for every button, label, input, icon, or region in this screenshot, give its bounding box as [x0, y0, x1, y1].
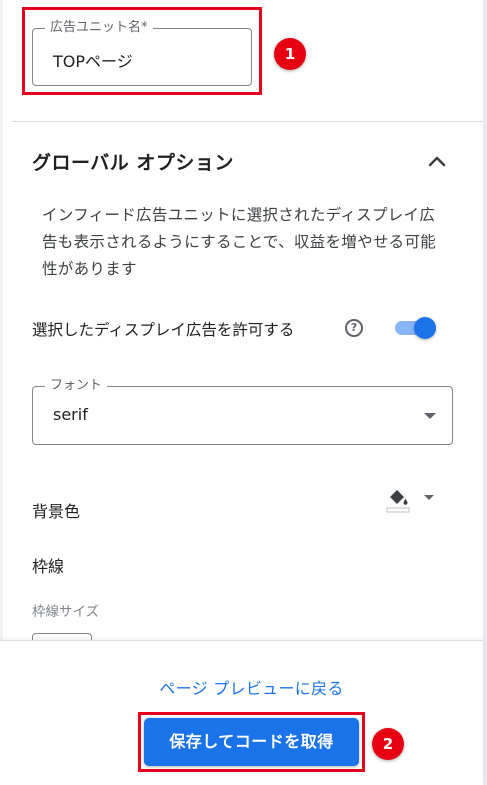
font-value: serif [53, 405, 88, 424]
back-to-preview-link[interactable]: ページ プレビューに戻る [0, 675, 487, 699]
border-label: 枠線 [32, 557, 65, 576]
font-select[interactable]: フォント serif [32, 377, 453, 445]
paint-bucket-icon[interactable] [386, 486, 410, 514]
section-title: グローバル オプション [32, 152, 234, 174]
allow-display-ads-toggle[interactable] [414, 317, 436, 339]
color-dropdown-icon[interactable] [424, 495, 434, 500]
annotation-badge-2: 2 [372, 728, 404, 760]
global-options-description: インフィード広告ユニットに選択されたディスプレイ広告も表示されるようにすることで… [42, 206, 437, 278]
section-divider [12, 121, 483, 122]
border-size-label: 枠線サイズ [32, 604, 100, 620]
highlight-box-2 [138, 712, 365, 772]
highlight-box-1 [22, 7, 262, 95]
scrollbar-track[interactable] [483, 0, 487, 785]
help-icon[interactable]: ? [345, 319, 363, 337]
allow-display-ads-label: 選択したディスプレイ広告を許可する [32, 321, 295, 339]
font-label: フォント [45, 377, 108, 395]
annotation-badge-1: 1 [274, 38, 306, 70]
arrow-drop-down-icon[interactable] [424, 413, 436, 419]
background-color-label: 背景色 [32, 502, 81, 521]
chevron-up-icon[interactable] [425, 149, 449, 173]
